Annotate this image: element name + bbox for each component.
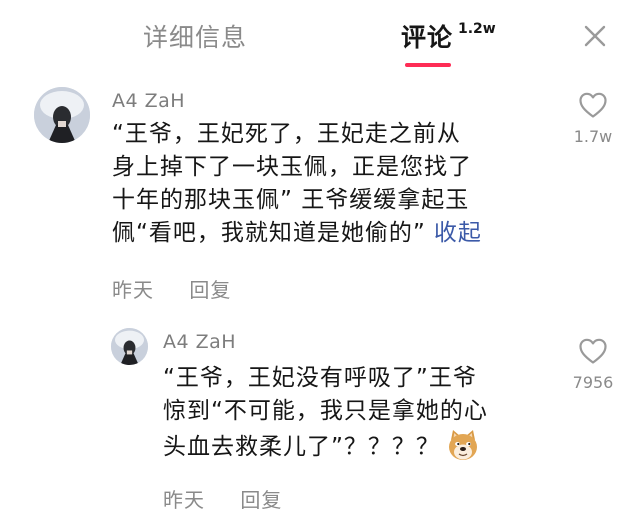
avatar[interactable] — [111, 328, 148, 365]
comment-line: 头血去救柔儿了”？？？？ — [163, 434, 440, 460]
reply-button[interactable]: 回复 — [240, 488, 282, 512]
heart-outline-icon — [579, 92, 607, 118]
like-count: 1.7w — [573, 127, 613, 146]
comment-line: 身上掉下了一块玉佩，正是您找了 — [112, 154, 472, 180]
close-button[interactable] — [579, 20, 611, 52]
reply-button[interactable]: 回复 — [189, 278, 231, 302]
comment-line: 十年的那块玉佩” 王爷缓缓拿起玉 — [112, 187, 470, 213]
reply-username[interactable]: A4 ZaH — [163, 331, 236, 353]
comment-meta: 昨天 回复 — [112, 274, 231, 303]
comment-line: “王爷，王妃没有呼吸了”王爷 — [163, 365, 477, 391]
comments-count-badge: 1.2w — [458, 21, 496, 37]
comment-date: 昨天 — [112, 278, 154, 302]
like-button[interactable]: 7956 — [563, 337, 623, 392]
reply-date: 昨天 — [163, 488, 205, 512]
collapse-link[interactable]: 收起 — [434, 220, 482, 246]
reply-meta: 昨天 回复 — [163, 484, 282, 513]
comment-line-last: 佩“看吧，我就知道是她偷的” 收起 — [112, 217, 552, 250]
comment-line-last: 头血去救柔儿了”？？？？ — [163, 428, 543, 464]
comment-line: 佩“看吧，我就知道是她偷的” — [112, 220, 426, 246]
comment-text: “王爷，王妃死了，王妃走之前从 身上掉下了一块玉佩，正是您找了 十年的那块玉佩”… — [112, 118, 552, 250]
comment-tabs: 详细信息 评论 1.2w — [0, 0, 640, 78]
doge-emoji-icon — [448, 430, 477, 460]
avatar[interactable] — [34, 87, 90, 143]
tab-comments[interactable]: 评论 — [401, 18, 453, 54]
like-button[interactable]: 1.7w — [563, 91, 623, 146]
comment-line: “王爷，王妃死了，王妃走之前从 — [112, 121, 461, 147]
heart-outline-icon — [579, 338, 607, 364]
close-icon — [584, 25, 606, 47]
comment-username[interactable]: A4 ZaH — [112, 90, 185, 112]
tab-details[interactable]: 详细信息 — [143, 18, 247, 54]
comment-line: 惊到“不可能，我只是拿她的心 — [163, 398, 488, 424]
like-count: 7956 — [572, 373, 614, 392]
reply-text: “王爷，王妃没有呼吸了”王爷 惊到“不可能，我只是拿她的心 头血去救柔儿了”？？… — [163, 362, 543, 464]
active-tab-indicator — [405, 63, 451, 67]
